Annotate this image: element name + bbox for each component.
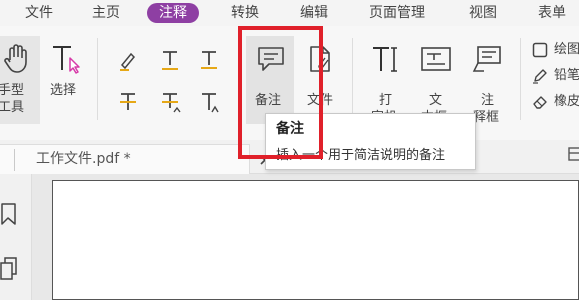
typewriter-icon: [373, 47, 397, 72]
annotation-highlight-box: [238, 26, 323, 159]
document-tab-title: 工作文件.pdf *: [36, 151, 131, 167]
document-tab[interactable]: 工作文件.pdf *: [0, 144, 250, 174]
menu-view[interactable]: 视图: [469, 3, 497, 23]
eraser-icon: [533, 96, 547, 109]
menu-home[interactable]: 主页: [92, 3, 120, 23]
typewriter-label-1: 打: [379, 93, 393, 108]
ribbon-separator: [97, 38, 98, 120]
pencil-label: 铅笔: [554, 68, 579, 83]
underline-text-icon[interactable]: [158, 48, 182, 72]
draw-button[interactable]: 绘图: [530, 40, 579, 60]
left-side-panel: [0, 174, 32, 300]
rectangle-icon: [532, 42, 548, 58]
hand-tool-label-1: 手型: [0, 83, 25, 98]
text-box-label-1: 文: [429, 93, 443, 108]
callout-label-1: 注: [481, 93, 495, 108]
select-tool-button[interactable]: 选择: [46, 36, 86, 124]
callout-icon: [472, 46, 501, 72]
pencil-button[interactable]: 铅笔: [530, 66, 579, 86]
window-layout-icon[interactable]: [568, 147, 579, 161]
menu-edit[interactable]: 编辑: [300, 3, 328, 23]
strikethrough-icon[interactable]: [116, 90, 140, 114]
typewriter-button[interactable]: 打 字机: [366, 36, 406, 125]
text-box-button[interactable]: 文 本框: [414, 36, 458, 125]
menu-file[interactable]: 文件: [25, 3, 53, 23]
pencil-icon: [533, 69, 547, 84]
text-box-icon: [421, 47, 451, 71]
select-text-icon: [53, 46, 80, 74]
highlight-pen-icon[interactable]: [116, 48, 140, 72]
menu-comment[interactable]: 注释: [147, 3, 199, 23]
hand-tool-label-2: 工具: [0, 100, 25, 115]
hand-tool-button[interactable]: 手型 工具: [0, 36, 40, 124]
eraser-label: 橡皮: [554, 94, 579, 109]
insert-text-icon[interactable]: [197, 90, 221, 114]
ribbon-separator: [352, 38, 353, 120]
pages-icon[interactable]: [0, 256, 18, 282]
callout-button[interactable]: 注 释框: [466, 36, 510, 125]
ribbon-separator: [520, 38, 521, 120]
menu-page-management[interactable]: 页面管理: [369, 3, 425, 23]
menu-form[interactable]: 表单: [538, 3, 566, 23]
hand-icon: [4, 44, 27, 73]
draw-label: 绘图: [554, 42, 579, 57]
menu-convert[interactable]: 转换: [231, 3, 259, 23]
replace-text-icon[interactable]: [158, 90, 182, 114]
eraser-button[interactable]: 橡皮: [530, 92, 579, 112]
select-tool-label: 选择: [50, 83, 77, 98]
bookmark-icon[interactable]: [0, 202, 18, 226]
squiggly-underline-icon[interactable]: [197, 48, 221, 72]
callout-label-2: 释框: [473, 110, 500, 125]
pdf-page[interactable]: [52, 180, 579, 300]
menu-bar: 文件 主页 注释 转换 编辑 页面管理 视图 表单: [0, 0, 579, 26]
tab-edge-mark: [14, 149, 20, 171]
